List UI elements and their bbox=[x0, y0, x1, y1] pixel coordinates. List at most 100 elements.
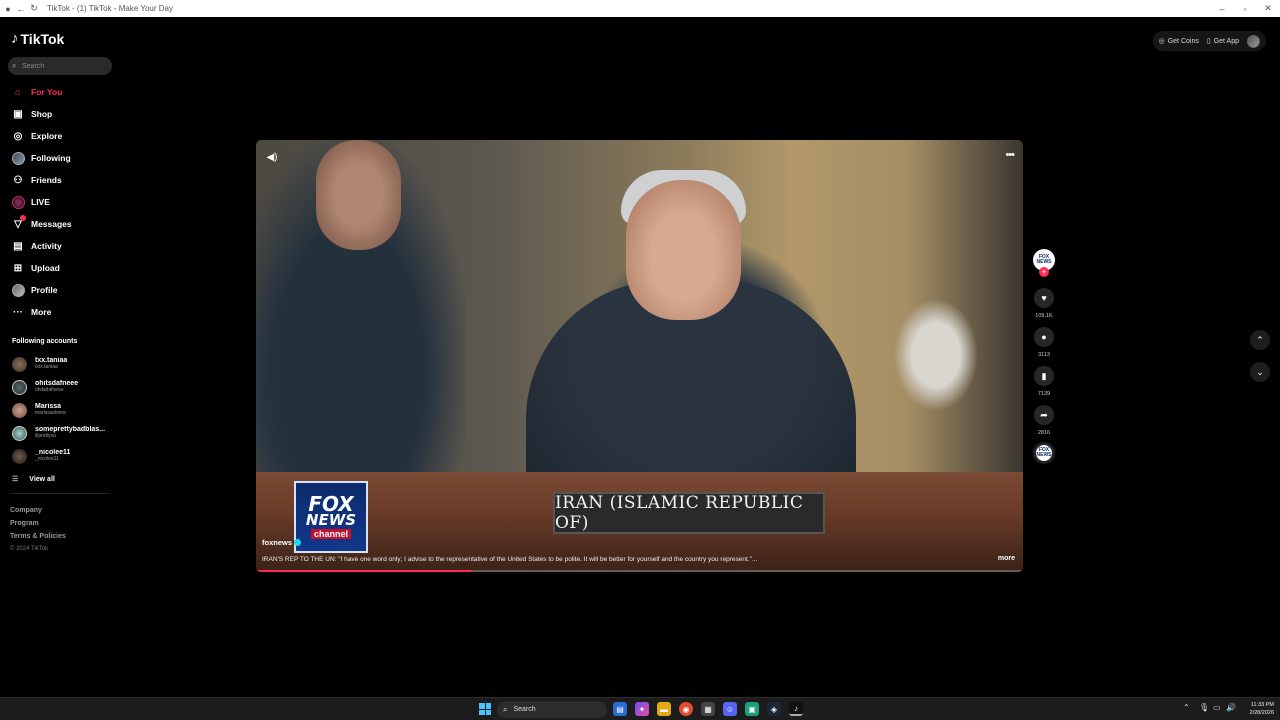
live-icon bbox=[11, 195, 25, 209]
back-arrow-icon[interactable]: ← bbox=[16, 4, 26, 14]
user-avatar[interactable] bbox=[1247, 34, 1260, 48]
share-button[interactable]: ➦ bbox=[1034, 405, 1054, 425]
like-button[interactable]: ♥ bbox=[1034, 288, 1054, 308]
nav-profile[interactable]: Profile bbox=[11, 282, 57, 298]
search-icon: ⌕ bbox=[503, 704, 508, 714]
refresh-icon[interactable]: ↻ bbox=[29, 3, 39, 14]
tiktok-app-icon[interactable]: ♪ bbox=[789, 702, 803, 716]
microphone-icon[interactable]: 🎙 bbox=[1199, 703, 1209, 712]
following-account[interactable]: _nicolee11 _nicolee11 bbox=[12, 448, 70, 464]
spotify-app-icon[interactable]: ▣ bbox=[745, 702, 759, 716]
window-title: TikTok - (1) TikTok - Make Your Day bbox=[47, 4, 173, 13]
more-options-icon[interactable]: ••• bbox=[1005, 149, 1015, 161]
notification-badge bbox=[20, 215, 26, 221]
fox-news-logo: FOX NEWS channel bbox=[294, 481, 368, 553]
view-all-link[interactable]: ☰ View all bbox=[12, 475, 55, 484]
footer-program-link[interactable]: Program bbox=[10, 520, 39, 527]
video-author[interactable]: foxnews bbox=[262, 538, 302, 547]
get-app-button[interactable]: ▯ Get App bbox=[1206, 37, 1239, 46]
friends-icon: ⚇ bbox=[13, 174, 23, 186]
avatar bbox=[12, 379, 27, 395]
save-count: 7139 bbox=[1037, 391, 1051, 397]
nav-shop[interactable]: ▣ Shop bbox=[11, 106, 52, 122]
windows-start-icon[interactable] bbox=[479, 703, 491, 715]
music-disc-icon[interactable]: FOX NEWS bbox=[1033, 442, 1055, 464]
chrome-app-icon[interactable]: ◉ bbox=[679, 702, 693, 716]
footer-company-link[interactable]: Company bbox=[10, 507, 42, 514]
tiktok-logo[interactable]: ♪ TikTok bbox=[11, 30, 64, 47]
system-clock[interactable]: 11:33 PM 2/28/2026 bbox=[1240, 701, 1274, 717]
next-video-button[interactable]: ⌄ bbox=[1250, 362, 1270, 382]
profile-icon bbox=[11, 283, 25, 297]
nav-more[interactable]: ··· More bbox=[11, 304, 51, 320]
sidebar: ♪ TikTok ⌕ ⌂ For You ▣ Shop ◎ Explore Fo… bbox=[0, 17, 120, 697]
nav-for-you[interactable]: ⌂ For You bbox=[11, 84, 62, 100]
notepad-app-icon[interactable]: ▤ bbox=[613, 702, 627, 716]
previous-video-button[interactable]: ⌃ bbox=[1250, 330, 1270, 350]
windows-taskbar: ⌕ Search ▤ ✦ ▬ ◉ ▦ ☺ ▣ ◈ ♪ ⌃ 🎙 ▭ 🔊 11:33… bbox=[0, 697, 1280, 720]
heart-icon: ♥ bbox=[1041, 293, 1047, 303]
network-icon[interactable]: ▭ bbox=[1213, 703, 1221, 712]
volume-icon[interactable]: 🔊 bbox=[1226, 703, 1236, 712]
avatar bbox=[12, 356, 27, 372]
nav-activity[interactable]: ▤ Activity bbox=[11, 238, 61, 254]
video-progress-bar[interactable] bbox=[256, 570, 1023, 572]
following-account[interactable]: someprettybadblas... ilipretlysa bbox=[12, 425, 105, 441]
maximize-icon[interactable]: ▫ bbox=[1234, 0, 1256, 17]
divider bbox=[10, 493, 110, 494]
bookmark-icon: ▮ bbox=[1041, 370, 1047, 381]
footer-terms-link[interactable]: Terms & Policies bbox=[10, 533, 66, 540]
search-box[interactable]: ⌕ bbox=[8, 57, 112, 75]
nav-messages[interactable]: ▽ Messages bbox=[11, 215, 72, 232]
comment-icon: ● bbox=[1041, 332, 1047, 342]
video-frame-background bbox=[316, 140, 401, 250]
get-coins-button[interactable]: ◎ Get Coins bbox=[1159, 37, 1199, 46]
list-icon: ☰ bbox=[12, 476, 19, 483]
store-app-icon[interactable]: ▦ bbox=[701, 702, 715, 716]
avatar bbox=[12, 448, 27, 464]
video-player[interactable]: IRAN (ISLAMIC REPUBLIC OF) FOX NEWS chan… bbox=[256, 140, 1023, 572]
following-account[interactable]: txx.taniaa txtx.taniaa bbox=[12, 356, 67, 372]
nav-explore[interactable]: ◎ Explore bbox=[11, 128, 63, 144]
share-count: 2816 bbox=[1037, 430, 1051, 436]
chevron-down-icon: ⌄ bbox=[1256, 366, 1264, 377]
chevron-up-icon[interactable]: ⌃ bbox=[1183, 703, 1190, 712]
messages-icon: ▽ bbox=[11, 215, 26, 231]
phone-icon: ▯ bbox=[1206, 38, 1211, 45]
video-progress-fill bbox=[256, 570, 471, 572]
nav-upload[interactable]: ⊞ Upload bbox=[11, 260, 60, 276]
video-caption: IRAN'S REP TO THE UN: "I have one word o… bbox=[262, 556, 758, 563]
top-right-bar: ◎ Get Coins ▯ Get App bbox=[1152, 31, 1266, 51]
following-account[interactable]: ohitsdafneee ohitsdafneee bbox=[12, 379, 78, 395]
compass-icon: ◎ bbox=[13, 130, 23, 142]
caption-more-button[interactable]: more bbox=[998, 555, 1015, 562]
nav-friends[interactable]: ⚇ Friends bbox=[11, 172, 62, 188]
follow-plus-icon[interactable]: + bbox=[1039, 267, 1049, 277]
following-account[interactable]: Marissa marissaxloma bbox=[12, 402, 66, 418]
avatar-icon bbox=[11, 151, 25, 165]
search-icon: ⌕ bbox=[12, 61, 17, 70]
tiktok-note-icon: ♪ bbox=[11, 30, 19, 47]
verified-icon bbox=[294, 539, 302, 546]
file-explorer-icon[interactable]: ▬ bbox=[657, 702, 671, 716]
taskbar-search[interactable]: ⌕ Search bbox=[497, 701, 607, 718]
video-frame-subject bbox=[626, 180, 741, 320]
volume-icon[interactable]: ◀) bbox=[265, 150, 279, 164]
nav-live[interactable]: LIVE bbox=[11, 194, 50, 210]
steam-app-icon[interactable]: ◈ bbox=[767, 702, 781, 716]
nameplate: IRAN (ISLAMIC REPUBLIC OF) bbox=[553, 492, 825, 534]
avatar bbox=[12, 425, 27, 441]
more-icon: ··· bbox=[13, 306, 23, 318]
search-input[interactable] bbox=[22, 62, 102, 70]
close-icon[interactable]: ✕ bbox=[1257, 0, 1279, 17]
discord-app-icon[interactable]: ☺ bbox=[723, 702, 737, 716]
upload-icon: ⊞ bbox=[13, 262, 23, 274]
avatar bbox=[12, 402, 27, 418]
minimize-icon[interactable]: – bbox=[1211, 0, 1233, 17]
comment-count: 3113 bbox=[1038, 352, 1050, 358]
comment-button[interactable]: ● bbox=[1034, 327, 1054, 347]
tiktok-favicon-icon: ● bbox=[5, 3, 11, 14]
save-button[interactable]: ▮ bbox=[1034, 366, 1054, 386]
nav-following[interactable]: Following bbox=[11, 150, 71, 166]
copilot-app-icon[interactable]: ✦ bbox=[635, 702, 649, 716]
